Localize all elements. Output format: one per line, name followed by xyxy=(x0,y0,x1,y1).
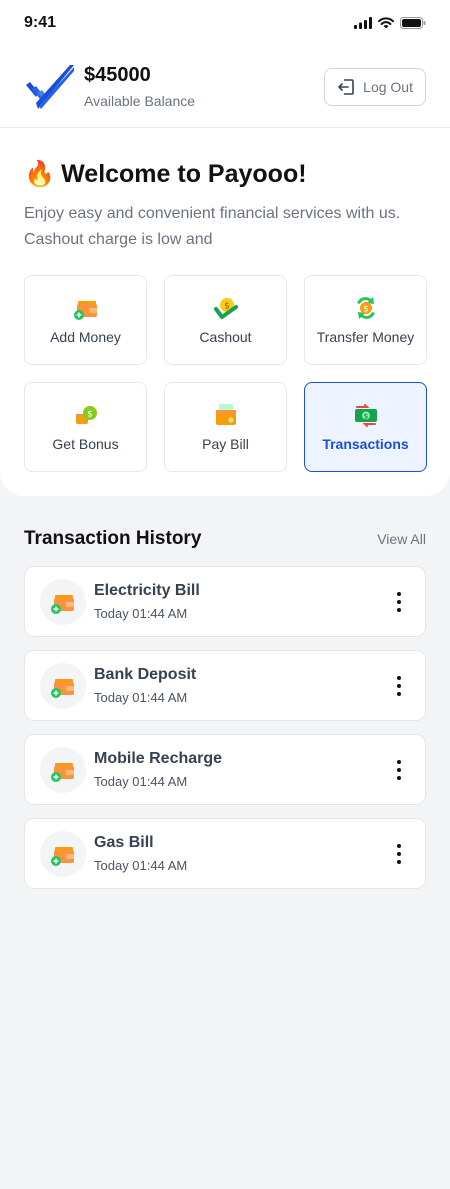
tile-label: Transactions xyxy=(322,436,409,452)
transaction-text: Mobile Recharge Today 01:44 AM xyxy=(94,750,389,789)
wallet-add-icon xyxy=(51,678,74,698)
tile-label: Transfer Money xyxy=(316,329,415,345)
balance-label: Available Balance xyxy=(84,93,196,109)
welcome-description: Enjoy easy and convenient financial serv… xyxy=(24,205,401,248)
transaction-item[interactable]: Bank Deposit Today 01:44 AM xyxy=(24,650,426,721)
fire-icon: 🔥 xyxy=(24,160,56,188)
svg-text:$: $ xyxy=(87,410,93,420)
logout-icon xyxy=(338,78,354,95)
get-bonus-button[interactable]: $ Get Bonus xyxy=(24,382,147,472)
wallet-add-icon xyxy=(51,594,74,614)
transaction-time: Today 01:44 AM xyxy=(94,774,188,789)
tile-label: Pay Bill xyxy=(202,436,249,452)
history-title: Transaction History xyxy=(24,528,202,549)
transaction-text: Bank Deposit Today 01:44 AM xyxy=(94,666,389,705)
logo-check-icon xyxy=(26,64,74,109)
pay-bill-button[interactable]: Pay Bill xyxy=(164,382,287,472)
bill-icon xyxy=(215,404,236,425)
cashout-button[interactable]: $ Cashout xyxy=(164,275,287,365)
status-bar: 9:41 xyxy=(0,0,450,46)
history-header: Transaction History View All xyxy=(0,496,450,550)
transfer-money-button[interactable]: $ Transfer Money xyxy=(304,275,427,365)
transfer-icon: $ xyxy=(356,297,375,319)
more-options-icon[interactable] xyxy=(389,759,409,780)
more-options-icon[interactable] xyxy=(389,675,409,696)
transaction-time: Today 01:44 AM xyxy=(94,606,188,621)
balance-block: $45000 Available Balance xyxy=(84,64,195,109)
transactions-icon: $ xyxy=(354,404,377,427)
svg-text:$: $ xyxy=(363,305,369,315)
brand: $45000 Available Balance xyxy=(24,63,195,111)
wallet-icon xyxy=(40,830,86,877)
wallet-icon xyxy=(40,578,86,625)
balance-amount: $45000 xyxy=(84,64,151,86)
transaction-name: Mobile Recharge xyxy=(94,750,223,767)
svg-text:$: $ xyxy=(363,413,367,421)
more-options-icon[interactable] xyxy=(389,591,409,612)
status-time: 9:41 xyxy=(24,14,57,31)
transaction-text: Electricity Bill Today 01:44 AM xyxy=(94,582,389,621)
action-grid: Add Money $ Cashout $ Transfer Money $ G… xyxy=(0,253,450,472)
transaction-list: Electricity Bill Today 01:44 AM Bank Dep… xyxy=(0,550,450,889)
logout-label: Log Out xyxy=(363,78,413,95)
bonus-icon: $ xyxy=(75,406,97,424)
more-options-icon[interactable] xyxy=(389,843,409,864)
tile-label: Add Money xyxy=(50,329,121,345)
signal-icon xyxy=(354,17,372,29)
wallet-add-icon xyxy=(51,846,74,866)
header: $45000 Available Balance Log Out xyxy=(0,46,450,128)
transaction-item[interactable]: Gas Bill Today 01:44 AM xyxy=(24,818,426,889)
wallet-add-icon xyxy=(73,301,97,320)
logout-button[interactable]: Log Out xyxy=(324,67,426,106)
transaction-name: Electricity Bill xyxy=(94,582,200,599)
wifi-icon xyxy=(378,17,394,29)
welcome-title-text: Welcome to Payooo! xyxy=(61,160,307,188)
add-money-button[interactable]: Add Money xyxy=(24,275,147,365)
transaction-item[interactable]: Electricity Bill Today 01:44 AM xyxy=(24,566,426,637)
cashout-icon: $ xyxy=(213,298,238,319)
wallet-add-icon xyxy=(51,762,74,782)
transaction-name: Bank Deposit xyxy=(94,666,197,683)
transaction-time: Today 01:44 AM xyxy=(94,690,188,705)
tile-label: Cashout xyxy=(199,329,252,345)
wallet-icon xyxy=(40,746,86,793)
top-card: 9:41 $45000 Available Balance Log Out 🔥 … xyxy=(0,0,450,496)
tile-label: Get Bonus xyxy=(52,436,119,452)
welcome-title: 🔥 Welcome to Payooo! xyxy=(24,160,426,189)
wallet-icon xyxy=(40,662,86,709)
transaction-text: Gas Bill Today 01:44 AM xyxy=(94,834,389,873)
welcome-section: 🔥 Welcome to Payooo! Enjoy easy and conv… xyxy=(0,128,450,253)
battery-icon xyxy=(400,17,426,29)
transaction-time: Today 01:44 AM xyxy=(94,858,188,873)
status-icons xyxy=(354,17,426,29)
transactions-button[interactable]: $ Transactions xyxy=(304,382,427,472)
transaction-name: Gas Bill xyxy=(94,834,154,851)
transaction-item[interactable]: Mobile Recharge Today 01:44 AM xyxy=(24,734,426,805)
view-all-link[interactable]: View All xyxy=(377,531,426,547)
